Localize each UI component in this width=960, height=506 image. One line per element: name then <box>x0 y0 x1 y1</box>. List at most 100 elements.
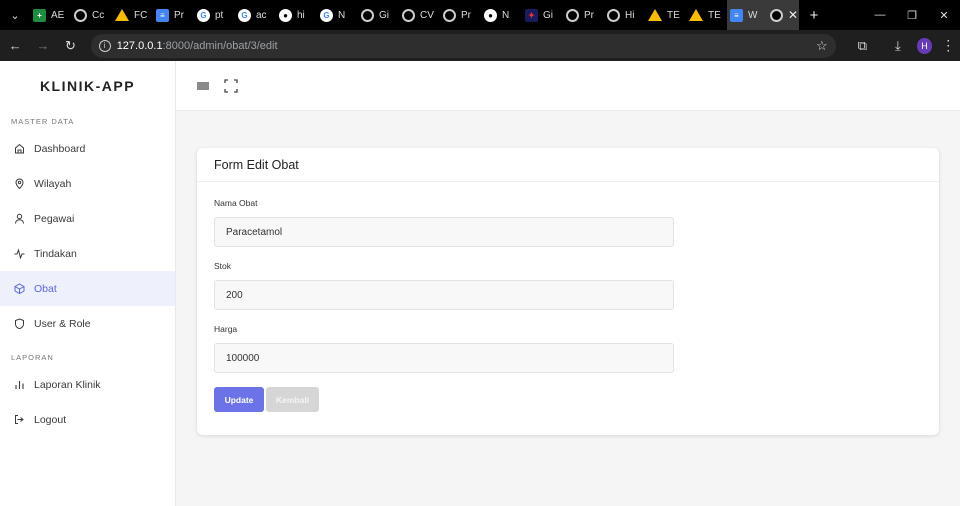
sidebar-item-label: Logout <box>34 413 67 426</box>
browser-tab[interactable]: GN <box>317 0 358 30</box>
browser-tab[interactable]: FC <box>112 0 153 30</box>
globe-icon <box>443 8 456 22</box>
new-tab-button[interactable]: + <box>799 0 829 30</box>
harga-input[interactable] <box>214 343 674 373</box>
sidebar-item-label: Dashboard <box>34 142 86 155</box>
logout-icon <box>14 414 25 425</box>
extensions-icon[interactable]: ⧉ <box>850 38 876 54</box>
browser-tab-label: Hi <box>625 9 635 21</box>
harga-group: Harga <box>214 324 922 373</box>
browser-tab[interactable]: CV <box>399 0 440 30</box>
browser-tab[interactable]: TE <box>645 0 686 30</box>
form-title: Form Edit Obat <box>197 148 939 182</box>
github-icon: ● <box>484 8 497 22</box>
app-brand: KLINIK-APP <box>39 78 136 94</box>
stok-group: Stok <box>214 261 922 310</box>
browser-tab-label: AE <box>51 9 65 21</box>
site-info-icon[interactable]: i <box>98 39 111 52</box>
tab-search-dropdown[interactable]: ⌄ <box>0 0 30 30</box>
hamburger-menu-icon[interactable] <box>196 79 210 93</box>
restore-button[interactable]: ❐ <box>896 0 928 30</box>
browser-tab[interactable]: Cc <box>71 0 112 30</box>
google-drive-icon <box>689 9 703 21</box>
google-drive-icon <box>648 9 662 21</box>
browser-tab[interactable]: Pr <box>440 0 481 30</box>
section-title-master-data: MASTER DATA <box>11 116 75 126</box>
address-bar[interactable]: i 127.0.0.1:8000/admin/obat/3/edit ☆ <box>90 33 836 58</box>
url-host: 127.0.0.1 <box>116 39 163 52</box>
google-icon: G <box>238 8 251 22</box>
browser-tab-label: Gi <box>543 9 553 21</box>
kembali-button[interactable]: Kembali <box>266 387 319 412</box>
browser-tab[interactable]: Gi <box>358 0 399 30</box>
browser-tab[interactable]: Gac <box>235 0 276 30</box>
browser-tab[interactable]: Pr <box>563 0 604 30</box>
sidebar-item-logout[interactable]: Logout <box>0 402 175 437</box>
download-icon[interactable]: ⤓ <box>885 38 911 54</box>
browser-tab-label: FC <box>134 9 148 21</box>
stok-label: Stok <box>214 261 232 271</box>
window-controls: — ❐ ✕ <box>864 0 960 30</box>
google-sheets-icon: + <box>33 8 46 22</box>
update-button[interactable]: Update <box>214 387 264 412</box>
browser-tab[interactable]: Hi <box>604 0 645 30</box>
browser-tab[interactable]: ✦ Gi <box>522 0 563 30</box>
stok-input[interactable] <box>214 280 674 310</box>
google-icon: G <box>197 8 210 22</box>
sidebar-item-obat[interactable]: Obat <box>0 271 175 306</box>
google-docs-icon: ≡ <box>156 8 169 22</box>
globe-icon <box>607 8 620 22</box>
app-topbar <box>176 61 960 111</box>
browser-tab-label: N <box>338 9 346 21</box>
browser-tab[interactable]: Gpt <box>194 0 235 30</box>
browser-tab-label: Pr <box>584 9 594 21</box>
minimize-button[interactable]: — <box>864 0 896 30</box>
sidebar-item-wilayah[interactable]: Wilayah <box>0 166 175 201</box>
globe-icon <box>770 8 783 22</box>
github-icon: ● <box>279 8 292 22</box>
back-button[interactable]: ← <box>3 32 28 60</box>
shield-icon <box>14 318 25 329</box>
sidebar-item-tindakan[interactable]: Tindakan <box>0 236 175 271</box>
browser-tab[interactable]: ≡ W <box>727 0 767 30</box>
sidebar-item-dashboard[interactable]: Dashboard <box>0 131 175 166</box>
browser-tab-label: ac <box>256 9 267 21</box>
google-drive-icon <box>115 9 129 21</box>
close-tab-icon[interactable]: ✕ <box>788 8 798 22</box>
globe-icon <box>74 8 87 22</box>
browser-tab[interactable]: ● hi <box>276 0 317 30</box>
fullscreen-icon[interactable] <box>224 78 238 93</box>
nama-obat-input[interactable] <box>214 217 674 247</box>
form-body: Nama Obat Stok Harga Update Kembali <box>197 182 939 412</box>
reload-button[interactable]: ↻ <box>58 32 83 60</box>
sidebar-item-label: Obat <box>34 282 57 295</box>
close-window-button[interactable]: ✕ <box>928 0 960 30</box>
box-icon <box>14 283 25 294</box>
url-path: :8000/admin/obat/3/edit <box>162 39 278 52</box>
browser-tab-label: W <box>748 9 758 21</box>
sidebar-item-label: Tindakan <box>34 247 77 260</box>
nama-obat-label: Nama Obat <box>214 198 258 208</box>
globe-icon <box>566 8 579 22</box>
home-icon <box>14 143 25 154</box>
globe-icon <box>361 8 374 22</box>
browser-tab[interactable]: TE <box>686 0 727 30</box>
bookmark-star-icon[interactable]: ☆ <box>816 38 828 54</box>
sidebar-menu-laporan: Laporan Klinik Logout <box>0 367 175 437</box>
browser-tab[interactable]: + AE <box>30 0 71 30</box>
profile-avatar[interactable]: H <box>916 37 933 54</box>
sidebar-menu: Dashboard Wilayah Pegawai Tindakan Obat User … <box>0 131 175 341</box>
sidebar-item-user-role[interactable]: User & Role <box>0 306 175 341</box>
browser-tab[interactable]: ≡ Pr <box>153 0 194 30</box>
sidebar-item-laporan-klinik[interactable]: Laporan Klinik <box>0 367 175 402</box>
map-pin-icon <box>14 178 25 189</box>
nama-obat-group: Nama Obat <box>214 198 922 247</box>
browser-tab[interactable]: ● N <box>481 0 522 30</box>
forward-button[interactable]: → <box>31 32 56 60</box>
sidebar-item-label: Wilayah <box>34 177 72 190</box>
browser-tab-label: Cc <box>92 9 105 21</box>
sidebar-item-pegawai[interactable]: Pegawai <box>0 201 175 236</box>
browser-tab-active[interactable]: ✕ <box>767 0 799 30</box>
form-actions: Update Kembali <box>214 387 922 412</box>
browser-menu-icon[interactable]: ⋮ <box>936 37 960 54</box>
